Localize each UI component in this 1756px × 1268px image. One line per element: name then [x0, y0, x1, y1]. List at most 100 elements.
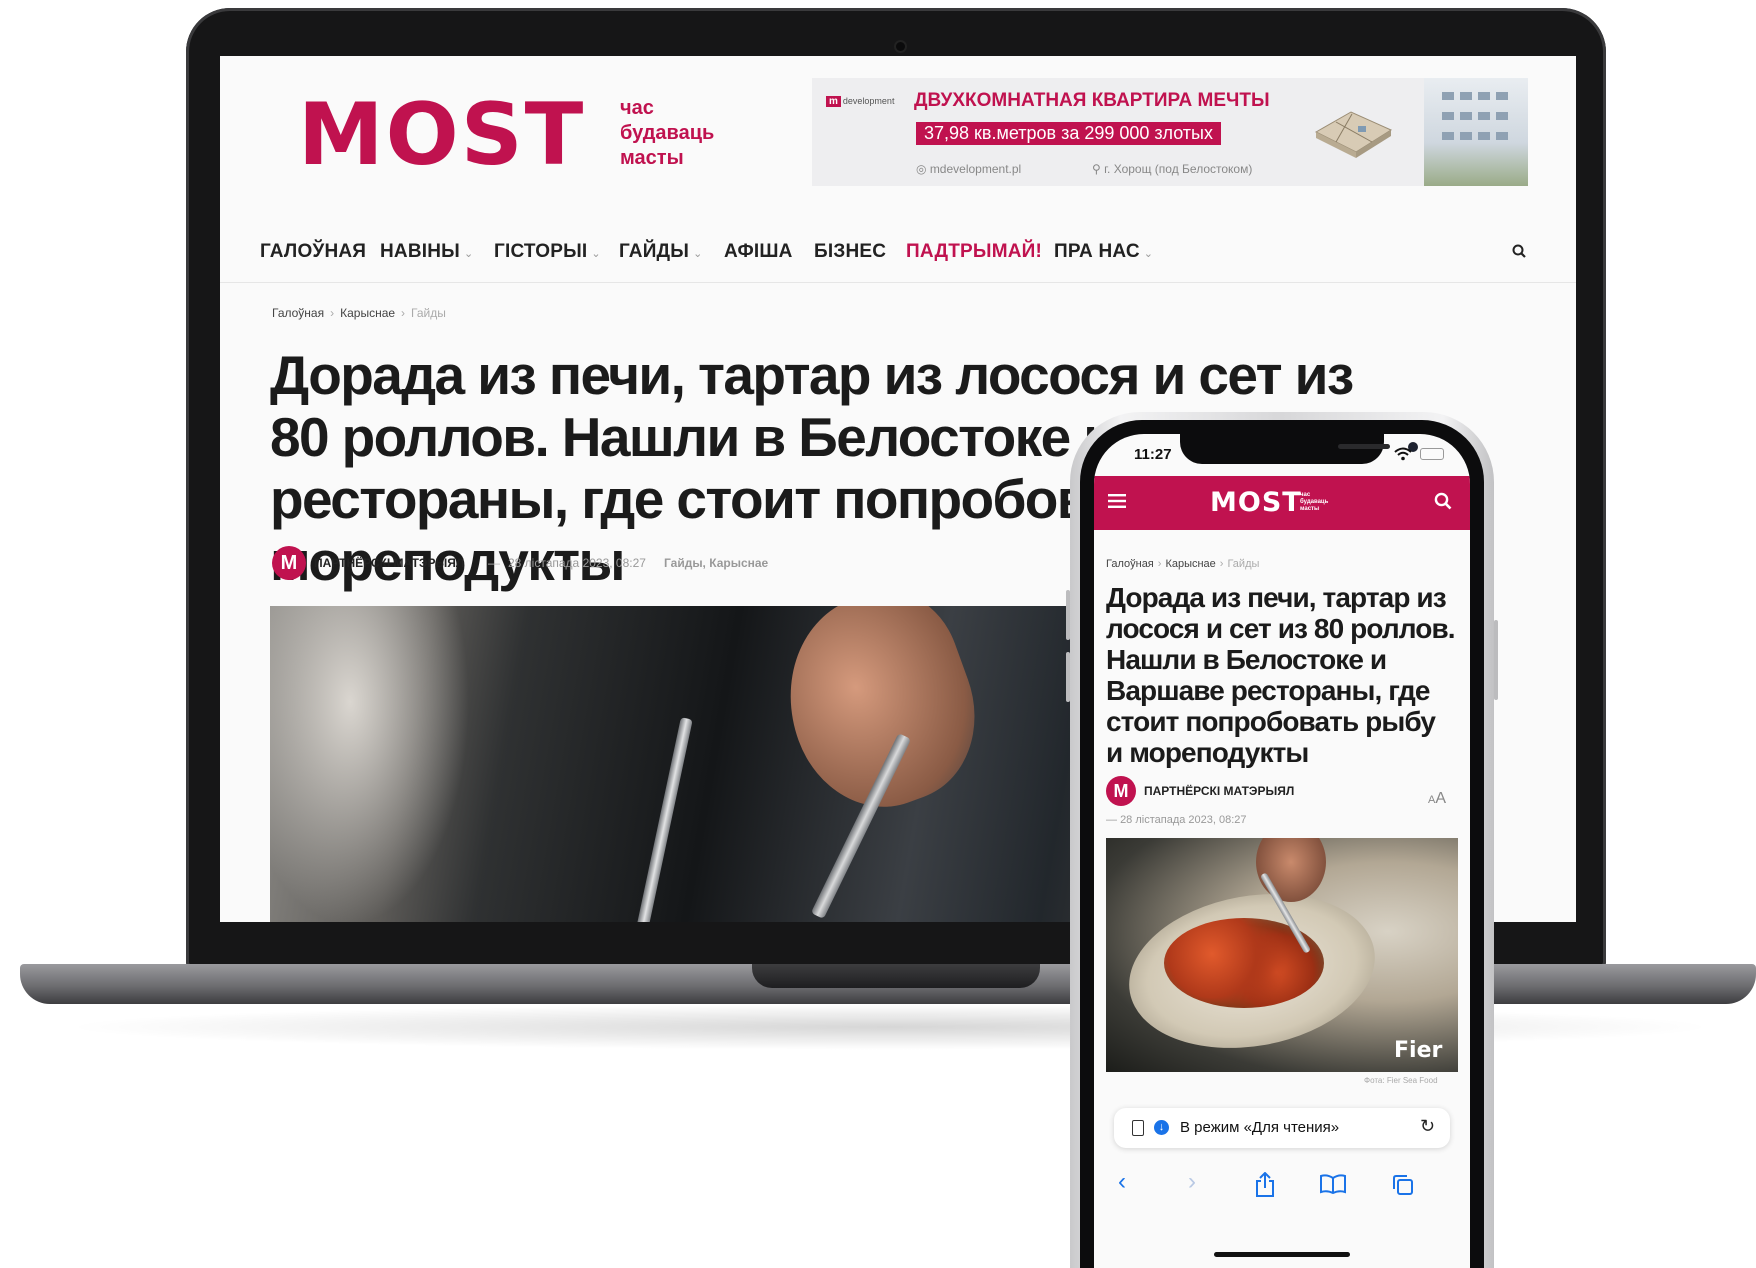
avatar[interactable]: M	[272, 546, 306, 580]
power-button	[1494, 620, 1498, 700]
chevron-down-icon: ⌄	[591, 248, 601, 260]
chevron-down-icon: ⌄	[693, 248, 703, 260]
breadcrumb-separator: ›	[330, 306, 335, 320]
mobile-browser-screen: 11:27 MOST час будаваць масты Галоўная › К…	[1094, 434, 1470, 1268]
chevron-down-icon: ⌄	[1143, 248, 1154, 260]
nav-item-support[interactable]: ПАДТРЫМАЙ!	[906, 241, 1042, 263]
reader-mode-bar[interactable]: ↓ В режим «Для чтения» ↻	[1114, 1108, 1450, 1148]
breadcrumb-section[interactable]: Карыснае	[340, 306, 395, 320]
tabs-icon[interactable]	[1392, 1174, 1414, 1196]
tagline-line: масты	[620, 147, 684, 169]
breadcrumb-section[interactable]: Карыснае	[1165, 558, 1215, 570]
nav-item-about[interactable]: ПРА НАС ⌄	[1054, 241, 1153, 263]
back-icon[interactable]: ‹	[1118, 1168, 1126, 1196]
volume-button	[1066, 590, 1070, 640]
bookmarks-icon[interactable]	[1320, 1174, 1346, 1194]
tagline-line: час	[1300, 492, 1311, 498]
article-date: — 28 лістапада 2023, 08:27	[1106, 814, 1247, 826]
nav-label: АФІША	[724, 241, 793, 262]
ad-site-text: mdevelopment.pl	[929, 162, 1022, 176]
wifi-icon	[1394, 447, 1412, 461]
phone-notch	[1180, 434, 1418, 464]
nav-label: ПАДТРЫМАЙ!	[906, 241, 1043, 262]
speaker	[1338, 444, 1390, 449]
ad-brand-name: development	[842, 96, 895, 106]
search-icon[interactable]	[1512, 244, 1526, 258]
building-image	[1424, 78, 1528, 186]
date-text: 28 лістапада 2023, 08:27	[1120, 814, 1247, 826]
ad-brand-mark: m	[826, 96, 841, 107]
mobile-header: MOST час будаваць масты	[1094, 476, 1470, 530]
nav-item-guides[interactable]: ГАЙДЫ ⌄	[619, 241, 703, 263]
breadcrumb-home[interactable]: Галоўная	[1106, 558, 1154, 570]
reader-mode-text[interactable]: В режим «Для чтения»	[1180, 1119, 1339, 1136]
meta-dash: —	[1106, 814, 1117, 826]
article-date: 28 лістапада 2023, 08:27	[508, 556, 646, 570]
nav-label: ПРА НАС	[1054, 241, 1140, 262]
fork-image	[635, 717, 693, 922]
breadcrumb-home[interactable]: Галоўная	[272, 306, 324, 320]
battery-icon	[1420, 448, 1444, 460]
download-icon[interactable]: ↓	[1154, 1120, 1169, 1135]
breadcrumb-separator: ›	[401, 306, 406, 320]
author-name[interactable]: ПАРТНЁРСКІ МАТЭРЫЯЛ	[1144, 784, 1294, 798]
nav-item-business[interactable]: БІЗНЕС	[814, 241, 886, 263]
font-size-large: A	[1435, 790, 1447, 807]
nav-item-stories[interactable]: ГІСТОРЫІ ⌄	[494, 241, 601, 263]
laptop-camera	[896, 42, 905, 51]
breadcrumb-current[interactable]: Гайды	[411, 306, 446, 320]
ad-brand: m development	[826, 96, 894, 107]
font-size-icon[interactable]: AA	[1428, 790, 1446, 808]
site-header: MOST час будаваць масты m development ДВУ…	[220, 56, 1576, 222]
ad-banner[interactable]: m development ДВУХКОМНАТНАЯ КВАРТИРА МЕЧТ…	[812, 78, 1528, 186]
ad-headline: ДВУХКОМНАТНАЯ КВАРТИРА МЕЧТЫ	[914, 90, 1270, 111]
author-name[interactable]: ПАРТНЁРСКІ МАТЭРЫЯЛ	[314, 556, 464, 570]
mobile-breadcrumb: Галоўная › Карыснае › Гайды	[1106, 558, 1259, 570]
breadcrumb-separator: ›	[1219, 558, 1224, 570]
photo-credit: Фота: Fier Sea Food	[1364, 1076, 1438, 1085]
reload-icon[interactable]: ↻	[1420, 1116, 1435, 1137]
tagline-line: час	[620, 97, 654, 119]
site-logo[interactable]: MOST	[298, 92, 585, 178]
menu-icon[interactable]	[1108, 494, 1126, 508]
ad-site: ◎ mdevelopment.pl	[916, 162, 1022, 176]
photo-brand-watermark: Fier	[1394, 1038, 1443, 1063]
tagline-line: масты	[1300, 506, 1320, 512]
mobile-site-logo[interactable]: MOST	[1210, 489, 1302, 516]
volume-button	[1066, 652, 1070, 702]
nav-label: ГАЛОЎНАЯ	[260, 241, 367, 262]
status-time: 11:27	[1134, 446, 1172, 463]
nav-item-home[interactable]: ГАЛОЎНАЯ	[260, 241, 366, 263]
laptop-notch	[752, 964, 1040, 988]
browser-toolbar: ‹ ›	[1094, 1162, 1470, 1206]
article-categories[interactable]: Гайды, Карыснае	[664, 556, 768, 570]
tagline-line: будаваць	[620, 122, 715, 144]
chevron-down-icon: ⌄	[463, 248, 474, 260]
meta-dash: —	[488, 556, 500, 570]
ad-offer: 37,98 кв.метров за 299 000 злотых	[916, 122, 1221, 145]
breadcrumb: Галоўная › Карыснае › Гайды	[272, 306, 446, 320]
search-icon[interactable]	[1434, 492, 1452, 510]
main-nav: ГАЛОЎНАЯ НАВІНЫ ⌄ ГІСТОРЫІ ⌄ ГАЙДЫ ⌄ АФІША …	[220, 222, 1576, 283]
tagline-line: будаваць	[1300, 499, 1329, 505]
nav-label: НАВІНЫ	[380, 241, 460, 262]
nav-item-news[interactable]: НАВІНЫ ⌄	[380, 241, 473, 263]
breadcrumb-current[interactable]: Гайды	[1227, 558, 1259, 570]
ad-address: ⚲ г. Хорощ (под Белостоком)	[1092, 162, 1253, 176]
share-icon[interactable]	[1254, 1172, 1276, 1198]
nav-label: БІЗНЕС	[814, 241, 887, 262]
ad-address-text: г. Хорощ (под Белостоком)	[1104, 162, 1253, 176]
home-indicator	[1214, 1252, 1350, 1257]
hand-image	[1256, 838, 1326, 902]
forward-icon[interactable]: ›	[1188, 1168, 1196, 1196]
site-tagline: час будаваць масты	[620, 96, 770, 171]
nav-item-poster[interactable]: АФІША	[724, 241, 793, 263]
mobile-article-photo: Fier	[1106, 838, 1458, 1072]
apartment-plan-image	[1314, 111, 1393, 158]
nav-label: ГАЙДЫ	[619, 241, 690, 262]
breadcrumb-separator: ›	[1157, 558, 1162, 570]
reader-icon[interactable]	[1132, 1120, 1144, 1136]
mobile-article-title: Дорада из печи, тартар из лосося и сет и…	[1106, 582, 1456, 768]
nav-label: ГІСТОРЫІ	[494, 241, 588, 262]
avatar[interactable]: M	[1106, 776, 1136, 806]
